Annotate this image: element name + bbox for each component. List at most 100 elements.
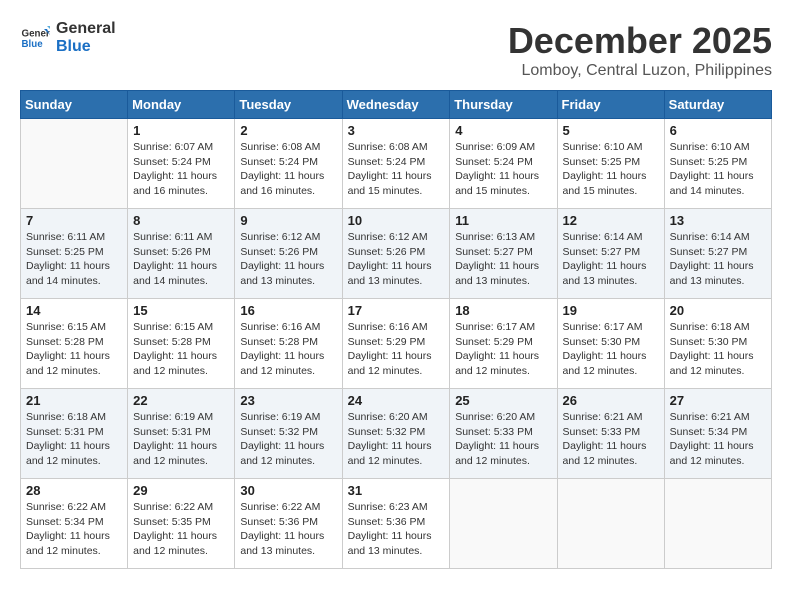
page-header: General Blue General Blue December 2025 … (20, 20, 772, 80)
weekday-header-thursday: Thursday (450, 91, 557, 119)
day-info: Sunrise: 6:21 AMSunset: 5:33 PMDaylight:… (563, 410, 659, 469)
day-info: Sunrise: 6:09 AMSunset: 5:24 PMDaylight:… (455, 140, 551, 199)
calendar-cell: 5 Sunrise: 6:10 AMSunset: 5:25 PMDaylight… (557, 119, 664, 209)
calendar-cell: 11Sunrise: 6:13 AMSunset: 5:27 PMDayligh… (450, 209, 557, 299)
day-info: Sunrise: 6:17 AMSunset: 5:30 PMDaylight:… (563, 320, 659, 379)
day-info: Sunrise: 6:11 AMSunset: 5:26 PMDaylight:… (133, 230, 229, 289)
week-row-3: 14 Sunrise: 6:15 AMSunset: 5:28 PMDayligh… (21, 299, 772, 389)
day-number: 16 (240, 303, 336, 318)
day-info: Sunrise: 6:20 AMSunset: 5:33 PMDaylight:… (455, 410, 551, 469)
location: Lomboy, Central Luzon, Philippines (508, 62, 772, 80)
day-number: 14 (26, 303, 122, 318)
calendar-cell: 2Sunrise: 6:08 AMSunset: 5:24 PMDaylight… (235, 119, 342, 209)
day-number: 19 (563, 303, 659, 318)
calendar-cell (450, 479, 557, 569)
calendar-cell: 10 Sunrise: 6:12 AMSunset: 5:26 PMDayligh… (342, 209, 450, 299)
svg-text:Blue: Blue (22, 39, 44, 50)
calendar-table: SundayMondayTuesdayWednesdayThursdayFrid… (20, 90, 772, 569)
day-info: Sunrise: 6:14 AMSunset: 5:27 PMDaylight:… (563, 230, 659, 289)
day-info: Sunrise: 6:10 AMSunset: 5:25 PMDaylight:… (563, 140, 659, 199)
calendar-cell: 8 Sunrise: 6:11 AMSunset: 5:26 PMDaylight… (128, 209, 235, 299)
calendar-cell: 7Sunrise: 6:11 AMSunset: 5:25 PMDaylight… (21, 209, 128, 299)
day-number: 12 (563, 213, 659, 228)
calendar-cell: 20 Sunrise: 6:18 AMSunset: 5:30 PMDayligh… (664, 299, 771, 389)
day-number: 21 (26, 393, 122, 408)
calendar-cell: 16Sunrise: 6:16 AMSunset: 5:28 PMDayligh… (235, 299, 342, 389)
weekday-header-sunday: Sunday (21, 91, 128, 119)
day-number: 11 (455, 213, 551, 228)
day-number: 17 (348, 303, 445, 318)
day-number: 28 (26, 483, 122, 498)
day-info: Sunrise: 6:22 AMSunset: 5:35 PMDaylight:… (133, 500, 229, 559)
calendar-cell: 9 Sunrise: 6:12 AMSunset: 5:26 PMDaylight… (235, 209, 342, 299)
day-number: 25 (455, 393, 551, 408)
day-info: Sunrise: 6:12 AMSunset: 5:26 PMDaylight:… (348, 230, 445, 289)
day-number: 1 (133, 123, 229, 138)
calendar-cell: 12 Sunrise: 6:14 AMSunset: 5:27 PMDayligh… (557, 209, 664, 299)
day-number: 31 (348, 483, 445, 498)
day-info: Sunrise: 6:17 AMSunset: 5:29 PMDaylight:… (455, 320, 551, 379)
day-number: 6 (670, 123, 766, 138)
day-info: Sunrise: 6:22 AMSunset: 5:34 PMDaylight:… (26, 500, 122, 559)
day-info: Sunrise: 6:08 AMSunset: 5:24 PMDaylight:… (240, 140, 336, 199)
day-info: Sunrise: 6:18 AMSunset: 5:30 PMDaylight:… (670, 320, 766, 379)
day-info: Sunrise: 6:10 AMSunset: 5:25 PMDaylight:… (670, 140, 766, 199)
day-number: 10 (348, 213, 445, 228)
day-number: 22 (133, 393, 229, 408)
day-info: Sunrise: 6:19 AMSunset: 5:32 PMDaylight:… (240, 410, 336, 469)
day-info: Sunrise: 6:07 AMSunset: 5:24 PMDaylight:… (133, 140, 229, 199)
day-info: Sunrise: 6:08 AMSunset: 5:24 PMDaylight:… (348, 140, 445, 199)
week-row-2: 7Sunrise: 6:11 AMSunset: 5:25 PMDaylight… (21, 209, 772, 299)
weekday-header-tuesday: Tuesday (235, 91, 342, 119)
title-block: December 2025 Lomboy, Central Luzon, Phi… (508, 20, 772, 80)
calendar-cell (664, 479, 771, 569)
day-number: 18 (455, 303, 551, 318)
month-title: December 2025 (508, 20, 772, 62)
calendar-cell: 24Sunrise: 6:20 AMSunset: 5:32 PMDayligh… (342, 389, 450, 479)
calendar-cell: 30Sunrise: 6:22 AMSunset: 5:36 PMDayligh… (235, 479, 342, 569)
calendar-cell: 22 Sunrise: 6:19 AMSunset: 5:31 PMDayligh… (128, 389, 235, 479)
calendar-cell: 1 Sunrise: 6:07 AMSunset: 5:24 PMDaylight… (128, 119, 235, 209)
day-number: 27 (670, 393, 766, 408)
day-number: 20 (670, 303, 766, 318)
weekday-header-monday: Monday (128, 91, 235, 119)
calendar-cell (21, 119, 128, 209)
day-number: 9 (240, 213, 336, 228)
day-number: 8 (133, 213, 229, 228)
logo-blue: Blue (56, 38, 116, 56)
calendar-cell: 25 Sunrise: 6:20 AMSunset: 5:33 PMDayligh… (450, 389, 557, 479)
calendar-cell: 29 Sunrise: 6:22 AMSunset: 5:35 PMDayligh… (128, 479, 235, 569)
calendar-cell: 15Sunrise: 6:15 AMSunset: 5:28 PMDayligh… (128, 299, 235, 389)
day-info: Sunrise: 6:12 AMSunset: 5:26 PMDaylight:… (240, 230, 336, 289)
weekday-header-friday: Friday (557, 91, 664, 119)
day-info: Sunrise: 6:23 AMSunset: 5:36 PMDaylight:… (348, 500, 445, 559)
day-info: Sunrise: 6:11 AMSunset: 5:25 PMDaylight:… (26, 230, 122, 289)
day-number: 26 (563, 393, 659, 408)
day-number: 29 (133, 483, 229, 498)
day-number: 4 (455, 123, 551, 138)
day-info: Sunrise: 6:15 AMSunset: 5:28 PMDaylight:… (26, 320, 122, 379)
day-number: 3 (348, 123, 445, 138)
day-number: 15 (133, 303, 229, 318)
calendar-cell: 23 Sunrise: 6:19 AMSunset: 5:32 PMDayligh… (235, 389, 342, 479)
calendar-cell: 18 Sunrise: 6:17 AMSunset: 5:29 PMDayligh… (450, 299, 557, 389)
day-number: 5 (563, 123, 659, 138)
logo-general: General (56, 20, 116, 38)
day-info: Sunrise: 6:18 AMSunset: 5:31 PMDaylight:… (26, 410, 122, 469)
day-info: Sunrise: 6:14 AMSunset: 5:27 PMDaylight:… (670, 230, 766, 289)
calendar-cell: 3 Sunrise: 6:08 AMSunset: 5:24 PMDaylight… (342, 119, 450, 209)
week-row-5: 28 Sunrise: 6:22 AMSunset: 5:34 PMDayligh… (21, 479, 772, 569)
day-number: 30 (240, 483, 336, 498)
day-number: 24 (348, 393, 445, 408)
calendar-cell (557, 479, 664, 569)
day-info: Sunrise: 6:19 AMSunset: 5:31 PMDaylight:… (133, 410, 229, 469)
calendar-cell: 19 Sunrise: 6:17 AMSunset: 5:30 PMDayligh… (557, 299, 664, 389)
weekday-header-wednesday: Wednesday (342, 91, 450, 119)
calendar-cell: 6 Sunrise: 6:10 AMSunset: 5:25 PMDaylight… (664, 119, 771, 209)
calendar-cell: 17Sunrise: 6:16 AMSunset: 5:29 PMDayligh… (342, 299, 450, 389)
weekday-header-row: SundayMondayTuesdayWednesdayThursdayFrid… (21, 91, 772, 119)
day-info: Sunrise: 6:21 AMSunset: 5:34 PMDaylight:… (670, 410, 766, 469)
logo: General Blue General Blue (20, 20, 116, 55)
day-number: 23 (240, 393, 336, 408)
week-row-1: 1 Sunrise: 6:07 AMSunset: 5:24 PMDaylight… (21, 119, 772, 209)
